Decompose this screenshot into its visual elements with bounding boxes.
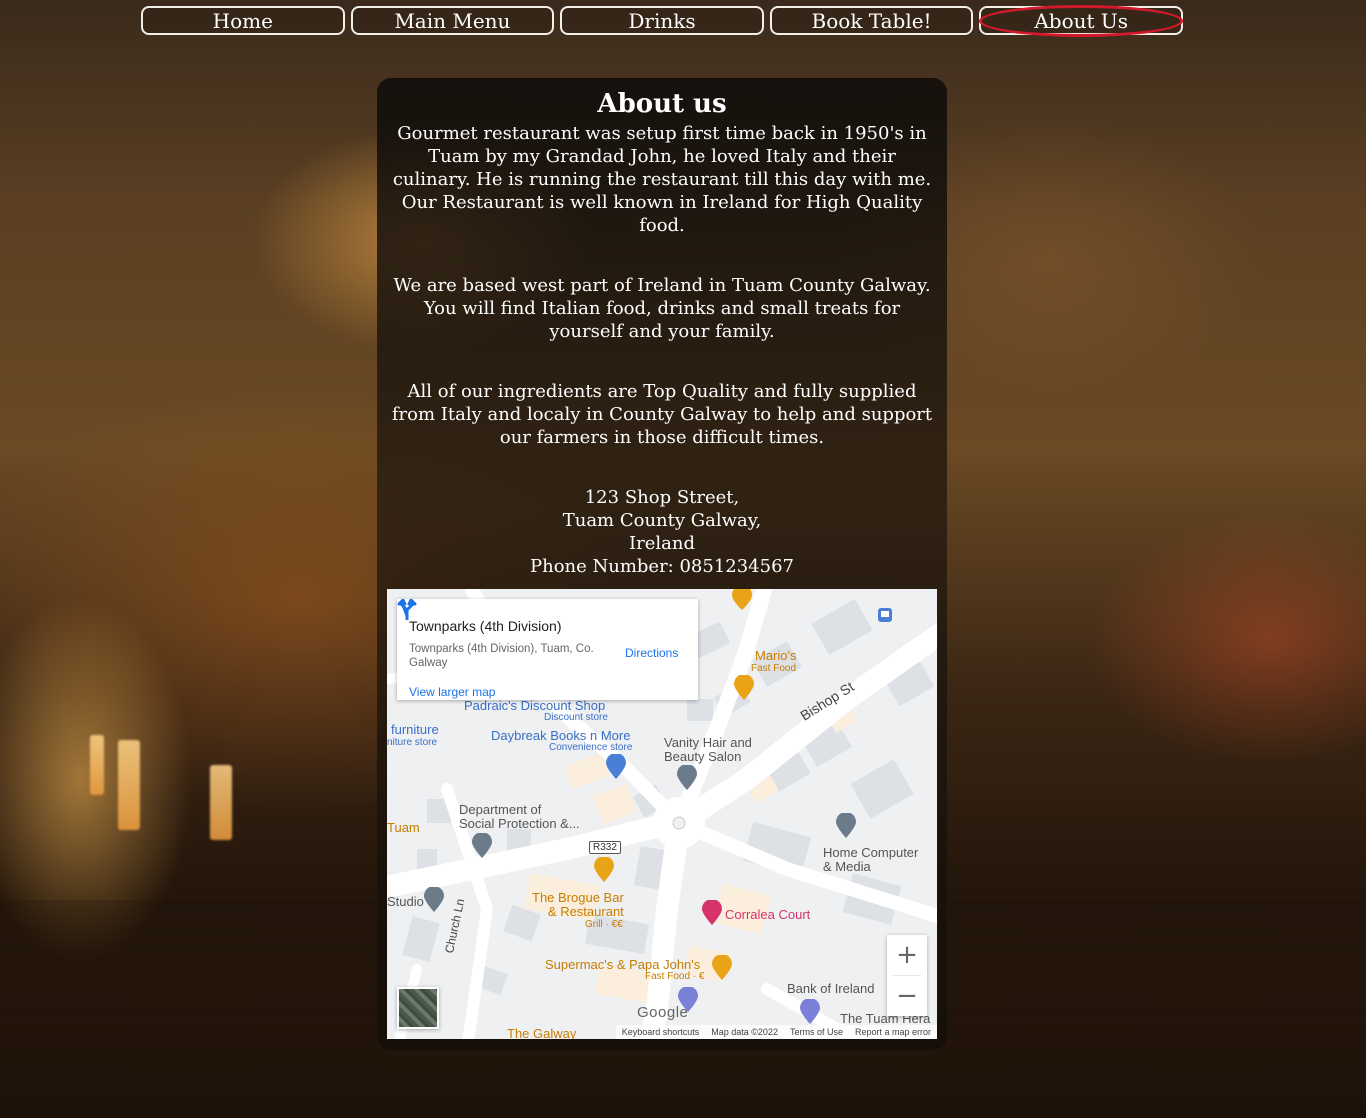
place-pin-icon (836, 813, 856, 838)
view-larger-map-link[interactable]: View larger map (409, 685, 495, 699)
map-attribution-bar: Keyboard shortcuts Map data ©2022 Terms … (615, 1025, 937, 1039)
food-pin-icon (734, 675, 754, 700)
map-info-address: Townparks (4th Division), Tuam, Co. Galw… (409, 643, 594, 669)
map-place-padraics: Padraic's Discount Shop (464, 698, 606, 713)
map-place-supermacs-sub: Fast Food · € (645, 971, 705, 982)
map-place-padraics-sub: Discount store (544, 712, 608, 723)
map-place-corralea: Corralea Court (725, 907, 811, 922)
about-paragraph-history: Gourmet restaurant was setup first time … (392, 123, 932, 236)
map-place-furniture-sub: niture store (387, 737, 438, 748)
about-panel: About us Gourmet restaurant was setup fi… (377, 78, 947, 1050)
map-place-brogue-sub: Grill · €€ (585, 919, 623, 930)
background-light (118, 740, 140, 830)
background-light (90, 735, 104, 795)
top-navigation: Home Main Menu Drinks Book Table! About … (141, 5, 1183, 37)
terms-of-use-link[interactable]: Terms of Use (790, 1027, 843, 1037)
nav-about-us-button[interactable]: About Us (979, 5, 1183, 37)
about-title: About us (597, 89, 727, 119)
map-zoom-controls: + − (887, 935, 927, 1016)
place-pin-icon (677, 765, 697, 790)
food-pin-icon (732, 589, 752, 610)
map-place-vanity: Vanity Hair and Beauty Salon (664, 735, 752, 764)
background-light (210, 765, 232, 840)
nav-drinks-button[interactable]: Drinks (560, 6, 764, 35)
map-place-daybreak-sub: Convenience store (549, 742, 633, 753)
map-place-home-computer: Home Computer & Media (823, 845, 919, 874)
bank-pin-icon (800, 999, 820, 1024)
map-label-r332: R332 (589, 841, 621, 854)
government-pin-icon (472, 833, 492, 858)
map-place-bank: Bank of Ireland (787, 981, 875, 996)
map-place-tuam: Tuam (387, 820, 420, 835)
map-data-label: Map data ©2022 (711, 1027, 778, 1037)
map-place-marios: Mario's (755, 648, 797, 663)
keyboard-shortcuts-link[interactable]: Keyboard shortcuts (622, 1027, 700, 1037)
address-line-town: Tuam County Galway, (562, 510, 762, 531)
map-place-studio: Studio (387, 894, 424, 909)
place-pin-icon (424, 887, 444, 912)
map-place-supermacs: Supermac's & Papa John's (545, 957, 701, 972)
map-info-card: Townparks (4th Division) Townparks (4th … (397, 599, 698, 700)
map-place-marios-sub: Fast Food (751, 663, 797, 674)
address-block: 123 Shop Street, Tuam County Galway, Ire… (377, 486, 947, 578)
lodging-pin-icon (702, 900, 722, 925)
nav-book-table-button[interactable]: Book Table! (769, 6, 974, 35)
about-paragraph-location: We are based west part of Ireland in Tua… (393, 275, 931, 342)
zoom-in-button[interactable]: + (887, 935, 927, 975)
map-place-brogue: The Brogue Bar & Restaurant (532, 890, 624, 919)
map-place-daybreak: Daybreak Books n More (491, 728, 631, 743)
nav-main-menu-button[interactable]: Main Menu (350, 6, 555, 35)
address-line-street: 123 Shop Street, (584, 487, 740, 508)
directions-link[interactable]: Directions (625, 646, 678, 660)
zoom-out-button[interactable]: − (887, 976, 927, 1016)
food-pin-icon (712, 955, 732, 980)
about-paragraph-ingredients: All of our ingredients are Top Quality a… (391, 381, 933, 448)
google-logo: Google (637, 1004, 689, 1021)
food-pin-icon (594, 857, 614, 882)
phone-number: Phone Number: 0851234567 (529, 556, 794, 577)
report-map-error-link[interactable]: Report a map error (855, 1027, 931, 1037)
map-info-title: Townparks (4th Division) (409, 618, 562, 634)
bus-stop-icon (878, 608, 892, 622)
map-place-galway: The Galway (507, 1026, 577, 1040)
embedded-map[interactable]: Bishop St Church Ln R332 Mario's Fast Fo… (387, 589, 937, 1039)
nav-home-button[interactable]: Home (141, 6, 345, 35)
shop-pin-icon (606, 754, 626, 779)
map-place-furniture: furniture (391, 722, 439, 737)
map-place-department: Department of Social Protection &... (459, 802, 580, 831)
address-line-country: Ireland (629, 533, 695, 554)
satellite-toggle-button[interactable] (397, 987, 439, 1029)
directions-icon[interactable] (397, 599, 417, 621)
